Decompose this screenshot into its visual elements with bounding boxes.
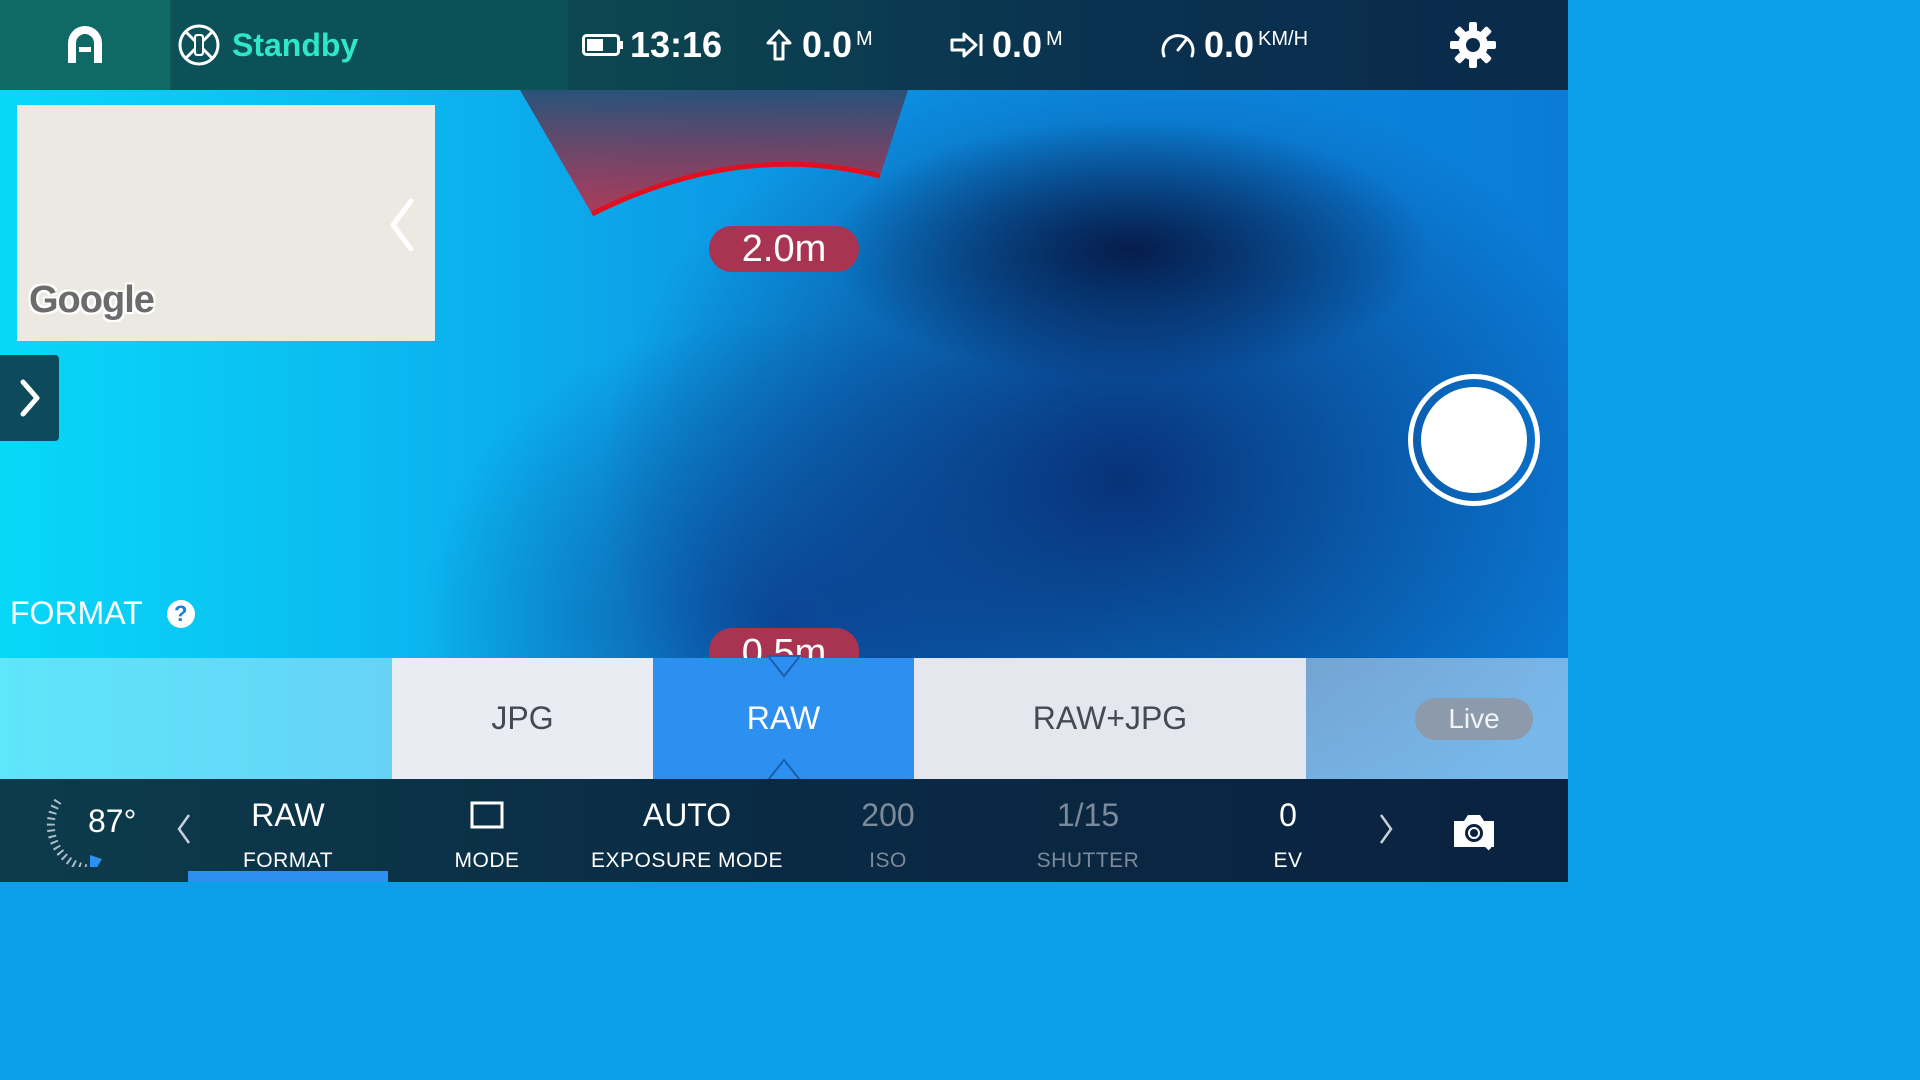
- active-param-indicator: [188, 871, 388, 882]
- speed-value: 0.0: [1204, 24, 1255, 65]
- altitude-readout: 0.0 M: [766, 0, 873, 90]
- param-shutter[interactable]: 1/15 SHUTTER: [988, 795, 1188, 873]
- param-exposure-label: EXPOSURE MODE: [590, 849, 784, 872]
- flight-time-value: 13:16: [630, 24, 723, 65]
- chevron-left-icon[interactable]: [387, 197, 417, 253]
- param-shutter-label: SHUTTER: [1036, 849, 1140, 872]
- flight-status-text: Standby: [232, 26, 359, 63]
- mini-map[interactable]: Google: [17, 105, 435, 341]
- chevron-right-icon: [20, 379, 39, 417]
- camera-settings-bar: 87° RAW FORMAT MODE AUTO EXPOSURE MODE 2…: [0, 779, 1568, 882]
- side-panel-expand-button[interactable]: [0, 355, 59, 441]
- distance-readout: 0.0 M: [950, 0, 1063, 90]
- flight-status[interactable]: Standby: [172, 0, 568, 90]
- param-mode-icon-wrap: [387, 795, 587, 835]
- distance-arrow-icon: [950, 32, 983, 58]
- format-option-jpg[interactable]: JPG: [392, 658, 653, 779]
- speed-readout: 0.0 KM/H: [1160, 0, 1308, 90]
- gimbal-pitch-value: 87°: [88, 803, 137, 839]
- speedometer-icon: [1161, 34, 1195, 58]
- top-status-bar: Standby 13:16 0.0 M 0.0 M 0.0 KM/H: [0, 0, 1568, 90]
- battery-icon: [582, 34, 623, 56]
- distance-unit: M: [1046, 28, 1063, 50]
- live-toggle[interactable]: Live: [1415, 698, 1533, 740]
- param-format-label: FORMAT: [242, 849, 334, 872]
- altitude-arrow-icon: [766, 29, 792, 61]
- home-arch-icon: [68, 26, 102, 63]
- param-format-value: RAW: [251, 797, 325, 833]
- altitude-unit: M: [856, 28, 873, 50]
- param-shutter-value: 1/15: [1056, 797, 1120, 833]
- altitude-value: 0.0: [802, 24, 853, 65]
- param-exposure-mode[interactable]: AUTO EXPOSURE MODE: [587, 795, 787, 873]
- selector-pointer-top-icon: [766, 655, 802, 678]
- single-shot-mode-icon: [470, 801, 504, 829]
- chevron-right-icon[interactable]: [1376, 809, 1396, 849]
- home-button[interactable]: [0, 0, 170, 90]
- param-format[interactable]: RAW FORMAT: [188, 795, 388, 873]
- speed-unit: KM/H: [1258, 28, 1309, 50]
- param-mode[interactable]: MODE: [387, 795, 587, 873]
- shutter-button[interactable]: [1408, 374, 1540, 506]
- param-ev-value: 0: [1279, 797, 1297, 833]
- param-ev[interactable]: 0 EV: [1188, 795, 1388, 873]
- param-iso[interactable]: 200 ISO: [788, 795, 988, 873]
- format-panel-label: FORMAT: [10, 595, 143, 631]
- flight-time: 13:16: [582, 0, 722, 90]
- gear-icon[interactable]: [1448, 20, 1498, 70]
- param-exposure-value: AUTO: [642, 797, 732, 833]
- shutter-button-inner: [1421, 387, 1527, 493]
- format-option-raw-jpg[interactable]: RAW+JPG: [914, 658, 1306, 779]
- distance-value: 0.0: [992, 24, 1043, 65]
- param-mode-label: MODE: [454, 849, 520, 872]
- format-selector: JPG RAW RAW+JPG Live: [0, 655, 1568, 781]
- obstacle-distance-far: 2.0m: [709, 226, 859, 272]
- telemetry-group: 13:16 0.0 M 0.0 M 0.0 KM/H: [568, 0, 1568, 90]
- map-logo: Google: [29, 279, 155, 321]
- param-iso-value: 200: [861, 797, 915, 833]
- format-help: FORMAT ?: [10, 595, 195, 632]
- help-icon[interactable]: ?: [166, 599, 195, 628]
- param-iso-label: ISO: [869, 849, 907, 872]
- drone-status-icon: [178, 24, 220, 66]
- param-ev-label: EV: [1273, 849, 1303, 872]
- camera-switch-icon[interactable]: [1450, 807, 1498, 855]
